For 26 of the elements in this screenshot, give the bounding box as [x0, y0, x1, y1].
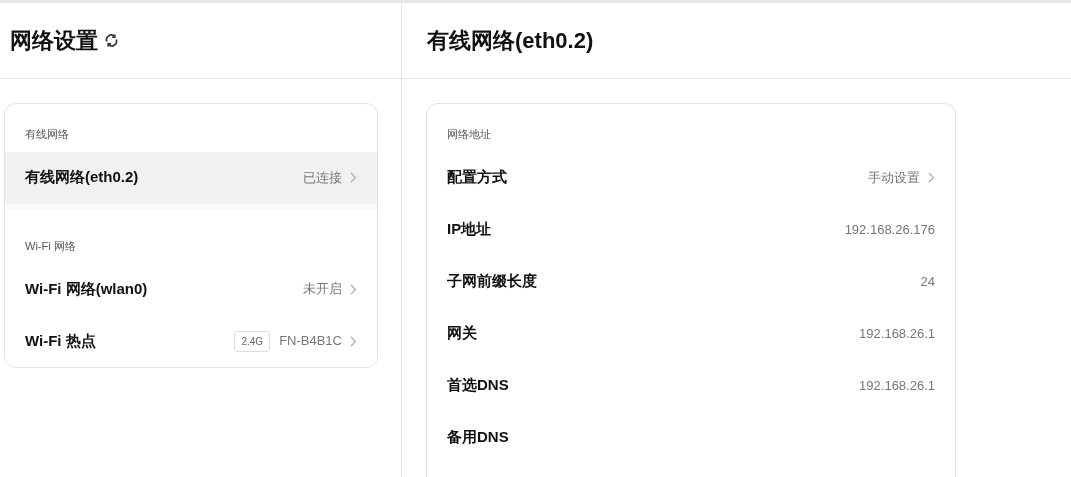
field-label: IP地址 [447, 219, 493, 240]
section-label: 网络地址 [447, 128, 491, 140]
status-text: 未开启 [303, 280, 342, 299]
chevron-right-icon [928, 172, 935, 183]
field-value: 192.168.26.176 [844, 220, 935, 239]
field-label: 网关 [447, 323, 478, 344]
refresh-icon[interactable] [104, 33, 119, 48]
field-label: 首选DNS [447, 375, 510, 396]
chevron-right-icon [350, 283, 357, 295]
network-list-item[interactable]: 有线网络(eth0.2) 已连接 [5, 151, 377, 204]
section-label: 有线网络 [25, 128, 69, 140]
field-label: 备用DNS [447, 427, 510, 448]
field-value: 24 [920, 272, 935, 291]
chevron-right-icon [350, 335, 357, 347]
status-text: 已连接 [303, 168, 342, 187]
field-label: 配置方式 [447, 167, 508, 188]
field-value[interactable]: 手动设置 [868, 167, 920, 188]
page-title: 网络设置 [10, 27, 98, 55]
section-label: Wi-Fi 网络 [25, 239, 76, 252]
field-value: 192.168.26.1 [859, 376, 935, 395]
chevron-right-icon [350, 172, 357, 183]
band-tag: 2.4G [234, 330, 271, 352]
field-value: 192.168.26.1 [859, 324, 935, 343]
status-text: FN-B4B1C [279, 332, 342, 351]
page-title: 有线网络(eth0.2) [427, 27, 594, 55]
field-label: 子网前缀长度 [447, 271, 538, 292]
